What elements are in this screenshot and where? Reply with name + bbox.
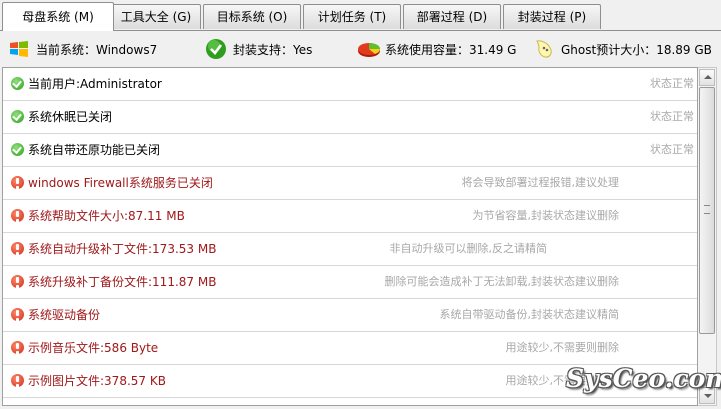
current-system-label: 当前系统：Windows7 (36, 42, 158, 57)
list-item[interactable]: 系统休眠已关闭 状态正常 (3, 101, 697, 134)
tab-target-system[interactable]: 目标系统 (O) (203, 4, 301, 29)
tab-tools[interactable]: 工具大全 (G) (111, 4, 201, 29)
check-icon (11, 77, 24, 90)
item-note: 用途较少,不需要则删除 (505, 341, 620, 354)
tab-deploy-process[interactable]: 部署过程 (D) (403, 4, 501, 29)
item-note: 状态正常 (650, 110, 694, 123)
ghost-icon (533, 38, 555, 60)
tab-encapsulate-process[interactable]: 封装过程 (P) (503, 4, 601, 29)
item-text: 系统自带还原功能已关闭 (28, 143, 161, 157)
system-usage-label: 系统使用容量：31.49 G (385, 42, 517, 57)
check-icon (205, 38, 227, 60)
scroll-up-button[interactable] (699, 69, 715, 86)
ghost-size-info: Ghost预计大小：18.89 GB (533, 34, 712, 64)
tab-bar: 母盘系统 (M) 工具大全 (G) 目标系统 (O) 计划任务 (T) 部署过程… (0, 0, 721, 32)
warning-icon (11, 341, 24, 354)
list-item[interactable]: 系统帮助文件大小:87.11 MB 为节省容量,封装状态建议删除 (3, 200, 697, 233)
warning-icon (11, 176, 24, 189)
item-text: 系统升级补丁备份文件:111.87 MB (28, 275, 217, 289)
windows-logo-icon (8, 38, 30, 60)
check-icon (11, 110, 24, 123)
vertical-scrollbar[interactable] (698, 67, 717, 406)
item-text: 系统自动升级补丁文件:173.53 MB (28, 242, 217, 256)
current-system-info: 当前系统：Windows7 (8, 34, 157, 64)
item-text: 系统驱动备份 (28, 308, 101, 322)
ghost-size-label: Ghost预计大小：18.89 GB (561, 42, 712, 57)
warning-icon (11, 242, 24, 255)
item-text: 系统休眠已关闭 (28, 110, 113, 124)
list-item[interactable]: 系统驱动备份 系统自带驱动备份,封装状态建议精简 (3, 299, 697, 332)
item-text: 当前用户:Administrator (28, 77, 162, 91)
item-text: 示例图片文件:378.57 KB (28, 374, 166, 388)
item-note: 将会导致部署过程报错,建议处理 (461, 176, 620, 189)
item-note: 系统自带驱动备份,封装状态建议精简 (439, 308, 620, 321)
encapsulation-support-label: 封装支持：Yes (233, 42, 313, 57)
scroll-thumb[interactable] (699, 87, 715, 334)
item-note: 状态正常 (650, 77, 694, 90)
warning-icon (11, 275, 24, 288)
watermark-logo: SysCeo.com (566, 364, 721, 393)
item-text: 示例音乐文件:586 Byte (28, 341, 159, 355)
tab-master-system[interactable]: 母盘系统 (M) (2, 2, 114, 31)
list-item[interactable]: 系统自带还原功能已关闭 状态正常 (3, 134, 697, 167)
item-note: 删除可能会造成补丁无法卸载,封装状态建议删除 (384, 275, 620, 288)
warning-icon (11, 209, 24, 222)
check-items-list: 当前用户:Administrator 状态正常 系统休眠已关闭 状态正常 系统自… (2, 67, 698, 406)
warning-icon (11, 374, 24, 387)
info-bar: 当前系统：Windows7 封装支持：Yes 系统使用容量：31.49 G Gh… (0, 34, 721, 64)
list-item[interactable]: 系统自动升级补丁文件:173.53 MB 非自动升级可以删除,反之请精简 (3, 233, 697, 266)
list-item[interactable]: 示例音乐文件:586 Byte 用途较少,不需要则删除 (3, 332, 697, 365)
check-icon (11, 143, 24, 156)
warning-icon (11, 308, 24, 321)
tab-scheduled-tasks[interactable]: 计划任务 (T) (303, 4, 401, 29)
list-item[interactable]: windows Firewall系统服务已关闭 将会导致部署过程报错,建议处理 (3, 167, 697, 200)
item-note: 为节省容量,封装状态建议删除 (472, 209, 620, 222)
item-text: 系统帮助文件大小:87.11 MB (28, 209, 185, 223)
item-text: windows Firewall系统服务已关闭 (28, 176, 213, 190)
item-note: 状态正常 (650, 143, 694, 156)
list-item[interactable]: 当前用户:Administrator 状态正常 (3, 68, 697, 101)
disk-usage-pie-icon (357, 38, 380, 60)
list-item[interactable]: 系统升级补丁备份文件:111.87 MB 删除可能会造成补丁无法卸载,封装状态建… (3, 266, 697, 299)
item-note: 非自动升级可以删除,反之请精简 (389, 242, 548, 255)
encapsulation-support-info: 封装支持：Yes (205, 34, 312, 64)
system-usage-info: 系统使用容量：31.49 G (357, 34, 516, 64)
